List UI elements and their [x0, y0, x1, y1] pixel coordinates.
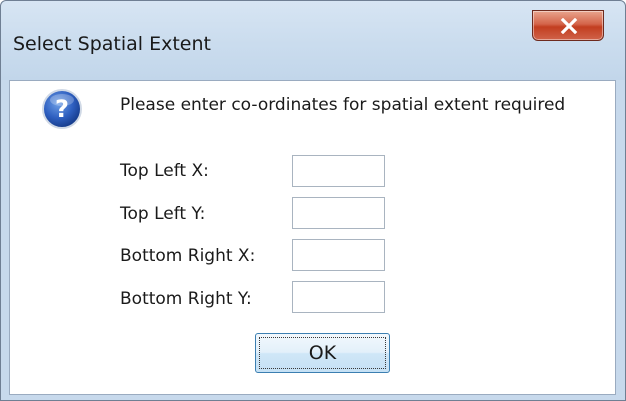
- svg-text:?: ?: [55, 95, 69, 123]
- top-left-y-label: Top Left Y:: [120, 204, 206, 224]
- dialog-window: Select Spatial Extent ? Please enter co-…: [0, 0, 626, 401]
- close-x-icon: [560, 18, 578, 34]
- top-left-x-label: Top Left X:: [120, 161, 209, 181]
- window-title: Select Spatial Extent: [13, 33, 211, 55]
- bottom-right-y-input[interactable]: [292, 281, 385, 313]
- question-icon: ?: [42, 89, 82, 129]
- bottom-right-x-input[interactable]: [292, 239, 385, 271]
- ok-button-label: OK: [259, 337, 386, 369]
- bottom-right-x-label: Bottom Right X:: [120, 246, 256, 266]
- title-bar[interactable]: Select Spatial Extent: [1, 1, 625, 80]
- dialog-content: ? Please enter co-ordinates for spatial …: [9, 80, 616, 395]
- prompt-message: Please enter co-ordinates for spatial ex…: [120, 95, 566, 115]
- bottom-right-y-label: Bottom Right Y:: [120, 289, 252, 309]
- ok-button[interactable]: OK: [255, 333, 390, 373]
- top-left-x-input[interactable]: [292, 155, 385, 187]
- close-button[interactable]: [532, 10, 604, 41]
- top-left-y-input[interactable]: [292, 197, 385, 229]
